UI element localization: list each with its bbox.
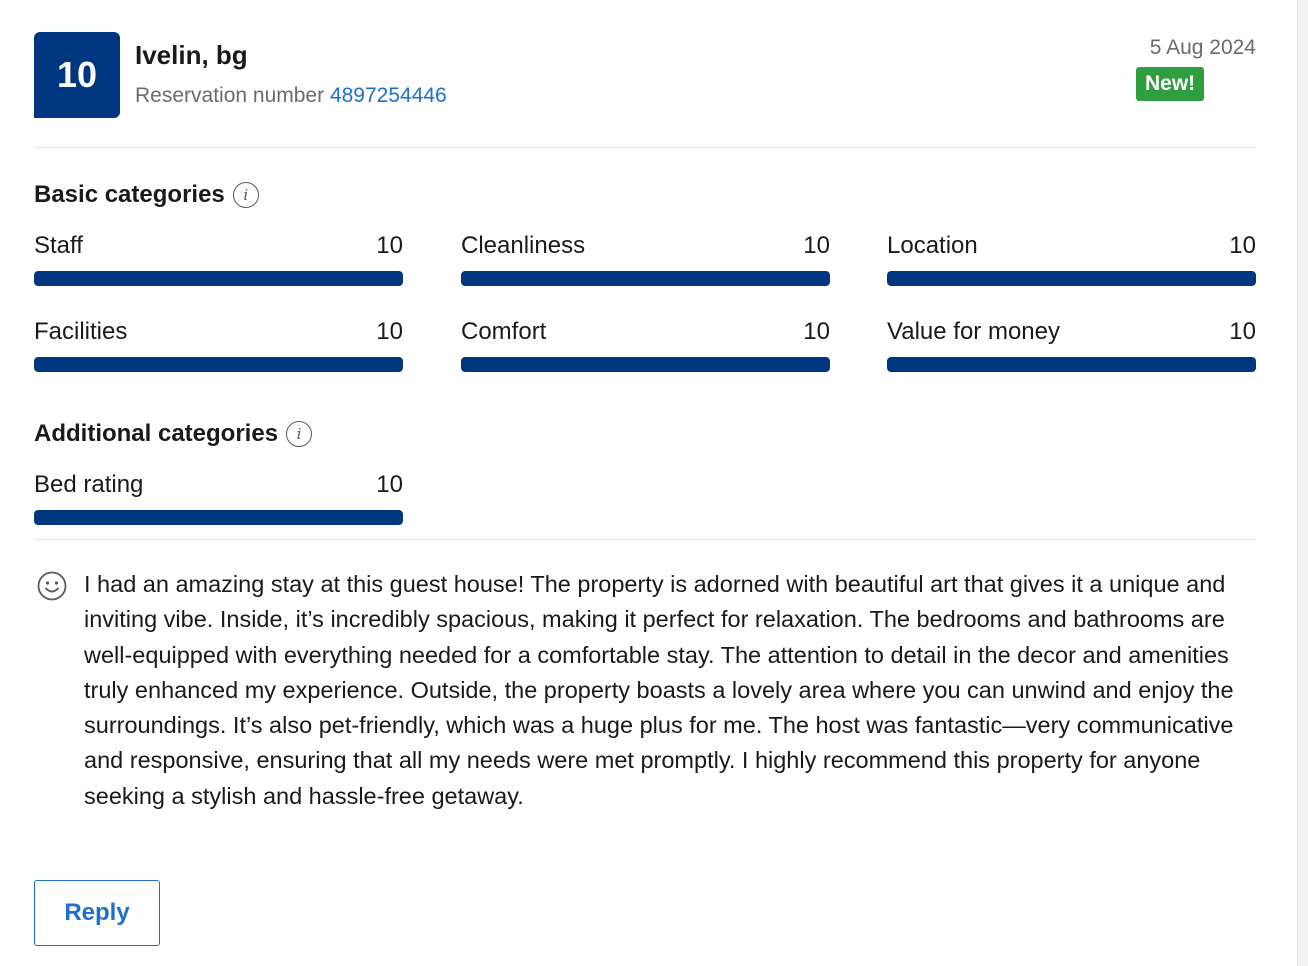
category-facilities: Facilities 10 xyxy=(34,317,403,372)
category-label: Bed rating xyxy=(34,471,144,498)
review-comment: I had an amazing stay at this guest hous… xyxy=(84,571,1234,809)
score-bar xyxy=(34,510,403,525)
category-score: 10 xyxy=(1229,232,1256,259)
score-bar-fill xyxy=(461,271,830,286)
category-score: 10 xyxy=(803,318,830,345)
category-comfort: Comfort 10 xyxy=(461,317,830,372)
category-label: Value for money xyxy=(887,318,1060,345)
category-score: 10 xyxy=(376,471,403,498)
category-score: 10 xyxy=(803,232,830,259)
reservation-label: Reservation number xyxy=(135,84,325,107)
category-score: 10 xyxy=(376,318,403,345)
category-value-for-money: Value for money 10 xyxy=(887,317,1256,372)
category-score: 10 xyxy=(376,232,403,259)
smile-icon xyxy=(37,571,67,601)
categories-divider xyxy=(34,539,1256,540)
basic-categories-title: Basic categories xyxy=(34,181,225,208)
score-bar xyxy=(461,357,830,372)
additional-categories-title: Additional categories xyxy=(34,420,279,447)
review-score-badge: 10 xyxy=(34,32,120,118)
additional-categories-heading: Additional categories i xyxy=(34,420,313,448)
review-date: 5 Aug 2024 xyxy=(1149,36,1256,59)
reservation-number-link[interactable]: 4897254446 xyxy=(330,84,447,107)
score-bar-fill xyxy=(34,271,403,286)
info-icon[interactable]: i xyxy=(232,182,259,208)
score-bar xyxy=(461,271,830,286)
score-bar-fill xyxy=(461,357,830,372)
category-staff: Staff 10 xyxy=(34,231,403,286)
category-label: Staff xyxy=(34,232,83,259)
score-bar xyxy=(34,357,403,372)
new-badge: New! xyxy=(1136,67,1205,101)
header-divider xyxy=(34,147,1256,148)
reply-button[interactable]: Reply xyxy=(34,880,160,946)
category-label: Location xyxy=(887,232,978,259)
info-icon[interactable]: i xyxy=(286,421,313,447)
category-label: Facilities xyxy=(34,318,128,345)
category-label: Comfort xyxy=(461,318,547,345)
scrollbar-track[interactable] xyxy=(1297,0,1308,966)
score-bar xyxy=(887,271,1256,286)
basic-categories-heading: Basic categories i xyxy=(34,181,259,209)
score-bar-fill xyxy=(887,271,1256,286)
category-bed-rating: Bed rating 10 xyxy=(34,470,403,525)
score-bar-fill xyxy=(34,357,403,372)
category-cleanliness: Cleanliness 10 xyxy=(461,231,830,286)
reservation-line: Reservation number 4897254446 xyxy=(135,84,447,108)
category-score: 10 xyxy=(1229,318,1256,345)
guest-name: Ivelin, bg xyxy=(135,40,248,70)
score-bar-fill xyxy=(887,357,1256,372)
category-location: Location 10 xyxy=(887,231,1256,286)
score-bar xyxy=(34,271,403,286)
category-label: Cleanliness xyxy=(461,232,586,259)
score-bar xyxy=(887,357,1256,372)
score-bar-fill xyxy=(34,510,403,525)
